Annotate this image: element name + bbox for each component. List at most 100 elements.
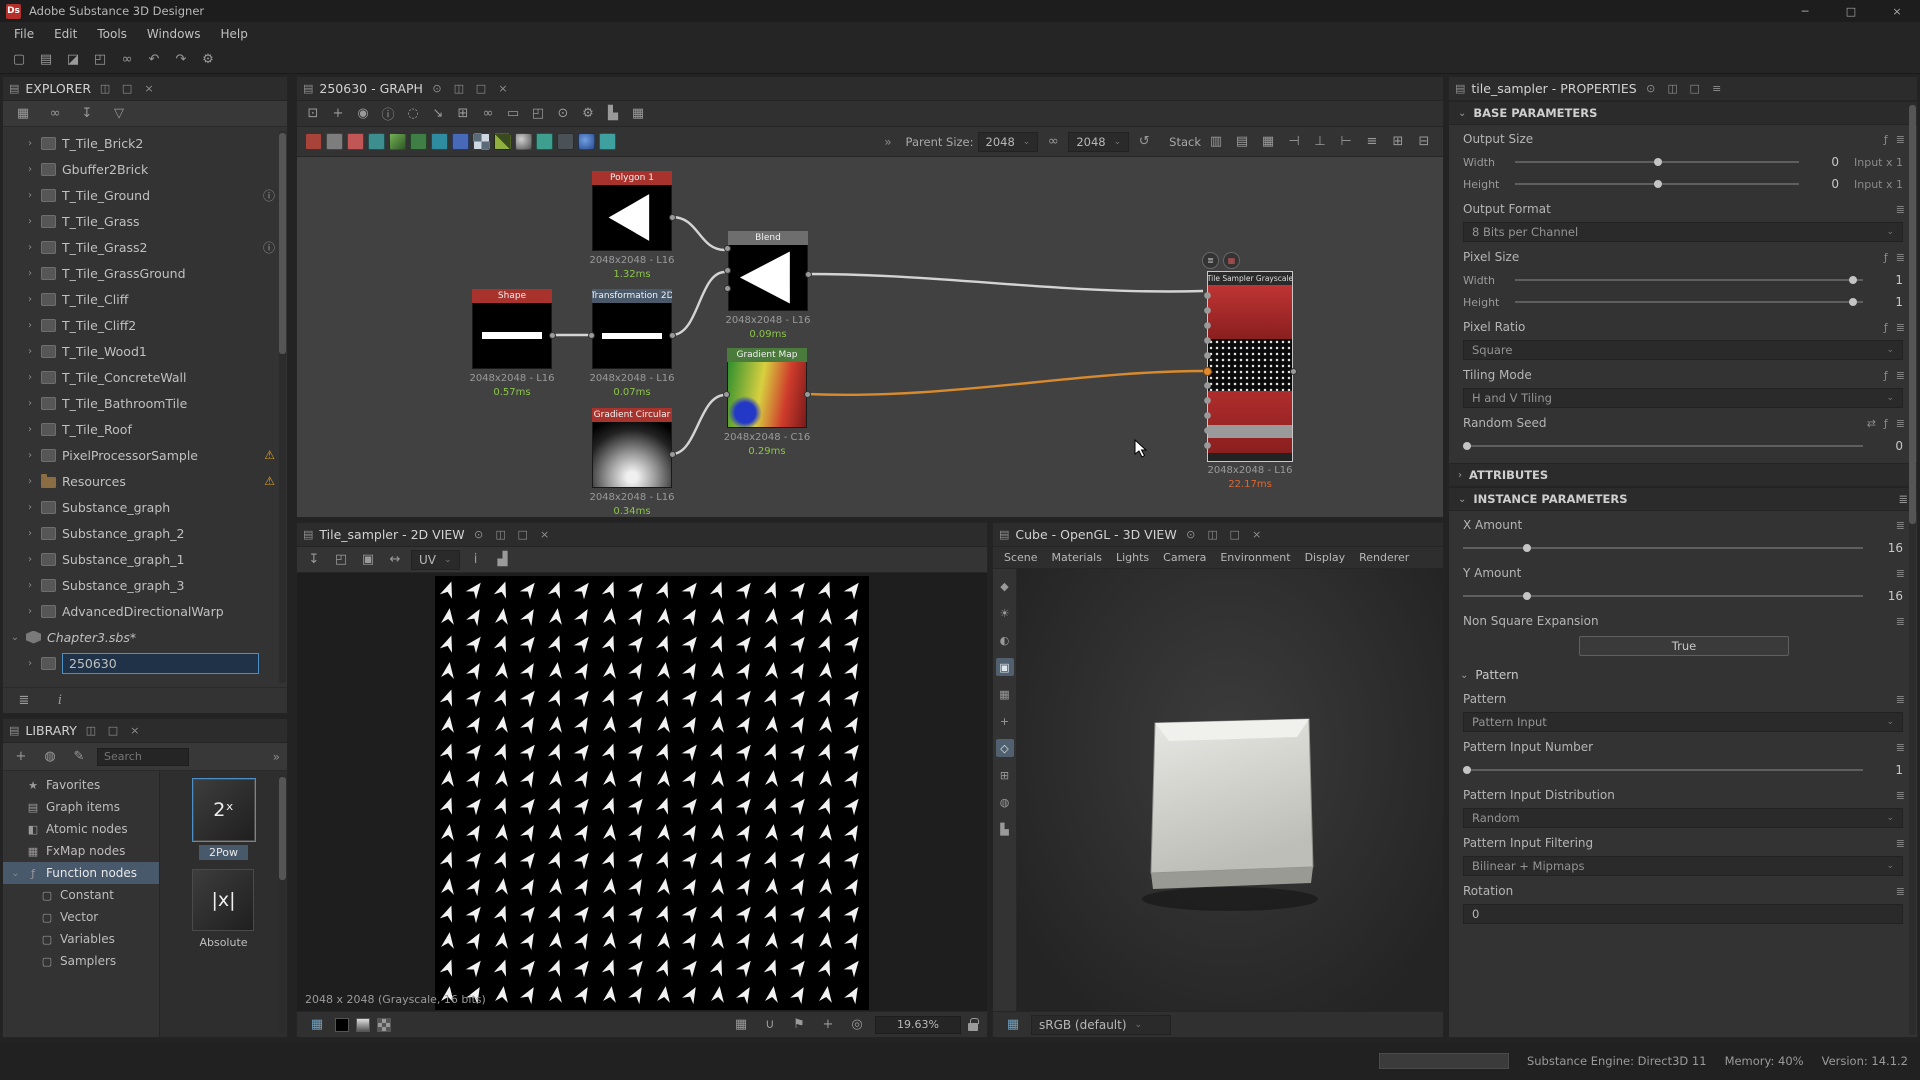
snap-grid-icon[interactable]: ⊞ bbox=[1387, 131, 1409, 153]
black-background-swatch[interactable] bbox=[335, 1018, 349, 1032]
library-category[interactable]: ▤ Graph items bbox=[3, 796, 159, 818]
link-icon[interactable]: ∞ bbox=[44, 103, 66, 125]
output-port[interactable] bbox=[805, 271, 812, 278]
maximize-icon[interactable]: □ bbox=[515, 527, 531, 543]
close-button[interactable]: × bbox=[1874, 0, 1920, 22]
expand-chevron-icon[interactable]: › bbox=[25, 476, 35, 487]
shuffle-icon[interactable]: ⇄ bbox=[1867, 417, 1876, 430]
param-menu-icon[interactable]: ≣ bbox=[1896, 203, 1905, 216]
expand-chevron-icon[interactable]: › bbox=[25, 580, 35, 591]
param-menu-icon[interactable]: ≣ bbox=[1896, 567, 1905, 580]
library-category[interactable]: ◧ Atomic nodes bbox=[3, 818, 159, 840]
open-folder-icon[interactable]: ◪ bbox=[62, 49, 84, 71]
expand-chevron-icon[interactable]: › bbox=[25, 424, 35, 435]
close-icon[interactable]: × bbox=[127, 723, 143, 739]
maximize-icon[interactable]: □ bbox=[105, 723, 121, 739]
expose-icon[interactable]: ƒ bbox=[1884, 369, 1888, 382]
comment-icon[interactable]: ▭ bbox=[502, 103, 524, 125]
maximize-icon[interactable]: □ bbox=[473, 81, 489, 97]
maximize-icon[interactable]: □ bbox=[119, 81, 135, 97]
copy-icon[interactable]: ▣ bbox=[357, 549, 379, 571]
menu-item[interactable]: Environment bbox=[1213, 549, 1297, 566]
tree-row[interactable]: › Resources bbox=[3, 468, 287, 494]
info-icon[interactable]: i bbox=[49, 690, 71, 712]
node-transformation-2d[interactable]: Transformation 2D 2048x2048 - L16 0.07ms bbox=[592, 289, 672, 369]
slider-knob[interactable] bbox=[1849, 298, 1857, 306]
tree-row[interactable]: › Substance_graph_1 bbox=[3, 546, 287, 572]
y-amount-slider[interactable] bbox=[1463, 589, 1863, 603]
edit-icon[interactable]: ✎ bbox=[68, 746, 90, 768]
undock-icon[interactable]: ◫ bbox=[1205, 527, 1221, 543]
param-menu-icon[interactable]: ≣ bbox=[1896, 885, 1905, 898]
mesh-icon[interactable]: ▦ bbox=[996, 685, 1014, 703]
scrollbar-thumb[interactable] bbox=[1909, 105, 1916, 524]
tree-row[interactable]: › T_Tile_Grass bbox=[3, 208, 287, 234]
random-seed-slider[interactable] bbox=[1463, 439, 1863, 453]
tree-row[interactable]: › Substance_graph_2 bbox=[3, 520, 287, 546]
stack-free-icon[interactable]: ▦ bbox=[1257, 131, 1279, 153]
param-menu-icon[interactable]: ≣ bbox=[1896, 741, 1905, 754]
tree-row[interactable]: › T_Tile_Brick2 bbox=[3, 130, 287, 156]
tree-row[interactable]: › T_Tile_Cliff2 bbox=[3, 312, 287, 338]
expand-chevron-icon[interactable]: › bbox=[25, 372, 35, 383]
param-menu-icon[interactable]: ≣ bbox=[1896, 417, 1905, 430]
menu-item[interactable]: Camera bbox=[1156, 549, 1213, 566]
param-menu-icon[interactable]: ≣ bbox=[1896, 837, 1905, 850]
list-icon[interactable]: ≣ bbox=[13, 690, 35, 712]
recenter-icon[interactable]: + bbox=[817, 1014, 839, 1036]
menu-item[interactable]: Lights bbox=[1109, 549, 1156, 566]
pin-icon[interactable]: ⊙ bbox=[1643, 81, 1659, 97]
section-instance-parameters[interactable]: ⌄ INSTANCE PARAMETERS ≣ bbox=[1449, 487, 1917, 511]
histogram-icon[interactable]: ▟ bbox=[492, 549, 514, 571]
slider-knob[interactable] bbox=[1654, 180, 1662, 188]
pattern-select[interactable]: Pattern Input ⌄ bbox=[1463, 712, 1903, 732]
pixel-ratio-select[interactable]: Square ⌄ bbox=[1463, 340, 1903, 360]
link-icon[interactable]: ∞ bbox=[116, 49, 138, 71]
expand-chevron-icon[interactable]: ⌄ bbox=[10, 632, 20, 643]
colorspace-icon[interactable]: ▦ bbox=[1002, 1014, 1024, 1036]
light-icon[interactable]: ☀ bbox=[996, 604, 1014, 622]
input-port[interactable] bbox=[724, 245, 731, 252]
output-port[interactable] bbox=[1290, 368, 1297, 375]
library-category[interactable]: ▢ Variables bbox=[3, 928, 159, 950]
marquee-select-icon[interactable]: ⊡ bbox=[302, 103, 324, 125]
close-icon[interactable]: × bbox=[495, 81, 511, 97]
maximize-button[interactable]: □ bbox=[1828, 0, 1874, 22]
expose-icon[interactable]: ƒ bbox=[1884, 417, 1888, 430]
library-category[interactable]: ▦ FxMap nodes bbox=[3, 840, 159, 862]
search-icon[interactable]: ◌ bbox=[402, 103, 424, 125]
expand-chevron-icon[interactable]: › bbox=[25, 190, 35, 201]
output-format-select[interactable]: 8 Bits per Channel ⌄ bbox=[1463, 222, 1903, 242]
input-port[interactable] bbox=[723, 391, 730, 398]
gradient-chip[interactable] bbox=[389, 133, 406, 150]
save-icon[interactable]: ◰ bbox=[89, 49, 111, 71]
pattern-input-distribution-select[interactable]: Random ⌄ bbox=[1463, 808, 1903, 828]
library-category[interactable]: ▢ Constant bbox=[3, 884, 159, 906]
minimize-button[interactable]: ─ bbox=[1782, 0, 1828, 22]
expand-chevron-icon[interactable]: › bbox=[25, 346, 35, 357]
menu-item[interactable]: Renderer bbox=[1352, 549, 1416, 566]
checker-background-swatch[interactable] bbox=[377, 1018, 391, 1032]
tree-row[interactable]: › T_Tile_ConcreteWall bbox=[3, 364, 287, 390]
cube-icon[interactable]: ◇ bbox=[996, 739, 1014, 757]
node-polygon[interactable]: Polygon 1 2048x2048 - L16 1.32ms bbox=[592, 171, 672, 251]
filter-icon[interactable]: ▽ bbox=[108, 103, 130, 125]
slider-knob[interactable] bbox=[1523, 544, 1531, 552]
pixel-ratio-icon[interactable]: ◎ bbox=[846, 1014, 868, 1036]
node-gradient-circular[interactable]: Gradient Circular 2048x2048 - L16 0.34ms bbox=[592, 408, 672, 488]
slider-knob[interactable] bbox=[1654, 158, 1662, 166]
tree-row[interactable]: › T_Tile_Grass2 bbox=[3, 234, 287, 260]
undock-icon[interactable]: ◫ bbox=[493, 527, 509, 543]
menu-item[interactable]: Windows bbox=[137, 24, 211, 44]
expand-chevron-icon[interactable]: › bbox=[25, 606, 35, 617]
expand-chevron-icon[interactable]: › bbox=[25, 450, 35, 461]
colorspace-select[interactable]: sRGB (default)⌄ bbox=[1031, 1015, 1171, 1035]
menu-item[interactable]: Tools bbox=[87, 24, 137, 44]
add-icon[interactable]: + bbox=[10, 746, 32, 768]
material-icon[interactable]: ◐ bbox=[996, 631, 1014, 649]
pattern-input-number-slider[interactable] bbox=[1463, 763, 1863, 777]
link-icon[interactable]: ∞ bbox=[477, 103, 499, 125]
graph-canvas[interactable]: Polygon 1 2048x2048 - L16 1.32ms Blend 2… bbox=[297, 157, 1443, 517]
rotation-input[interactable]: 0 bbox=[1463, 904, 1903, 924]
new-icon[interactable]: ▢ bbox=[8, 49, 30, 71]
